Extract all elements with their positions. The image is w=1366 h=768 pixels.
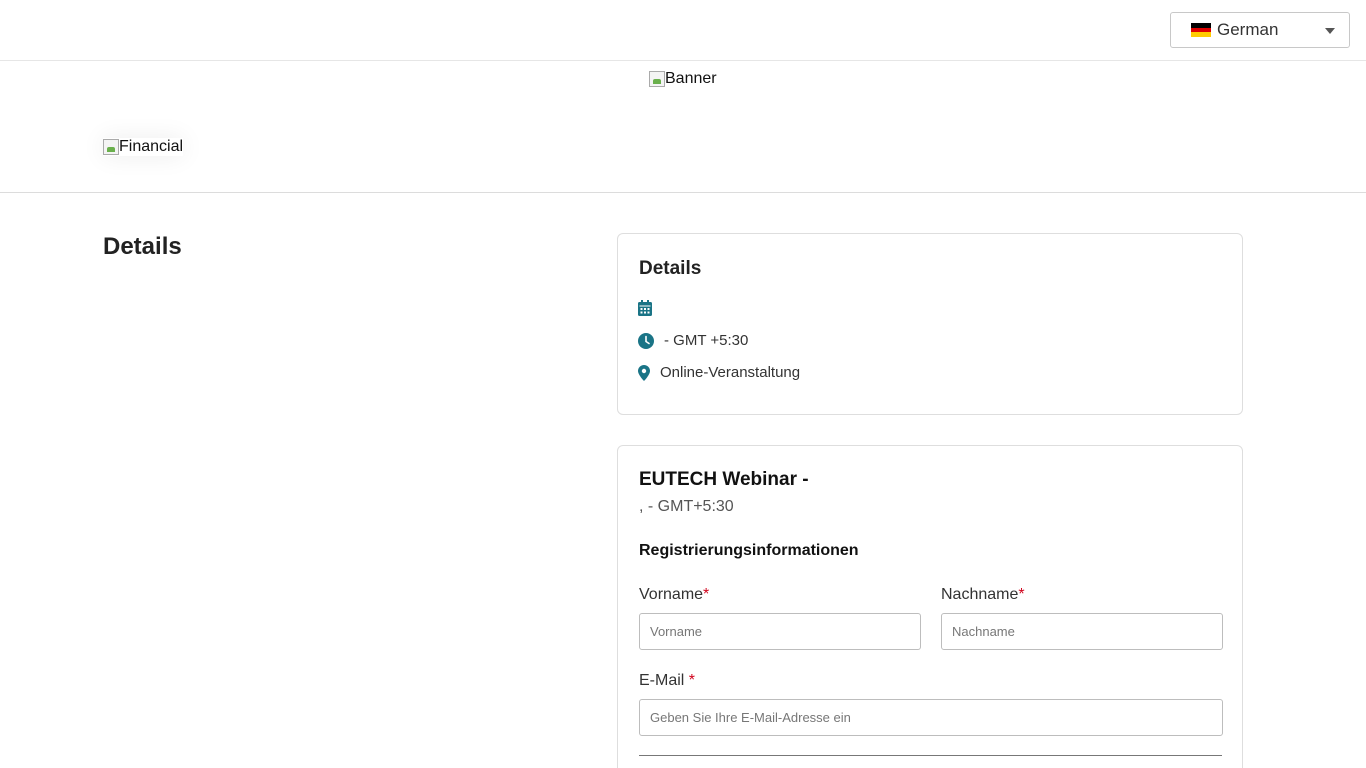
last-name-label: Nachname*	[941, 586, 1025, 604]
email-input[interactable]	[639, 699, 1223, 736]
german-flag-icon	[1191, 23, 1211, 38]
last-name-input[interactable]	[941, 613, 1223, 650]
language-select[interactable]: German	[1170, 12, 1350, 48]
broken-image-icon	[103, 139, 119, 155]
financial-logo-image: Financial	[103, 138, 183, 156]
last-name-label-text: Nachname	[941, 586, 1019, 603]
webinar-title: EUTECH Webinar -	[639, 469, 809, 490]
registration-section-title: Registrierungsinformationen	[639, 542, 859, 559]
required-marker: *	[703, 586, 710, 603]
email-label-text: E-Mail	[639, 672, 689, 689]
email-label: E-Mail *	[639, 672, 695, 690]
required-marker: *	[1018, 586, 1025, 603]
location-pin-icon	[638, 364, 650, 381]
form-divider	[639, 755, 1222, 756]
event-location: Online-Veranstaltung	[660, 364, 801, 381]
banner-alt-text: Banner	[665, 70, 717, 87]
details-card-title: Details	[639, 258, 702, 279]
location-row: Online-Veranstaltung	[638, 364, 800, 381]
broken-image-icon	[649, 71, 665, 87]
date-row	[638, 300, 662, 316]
top-bar: German	[0, 0, 1366, 61]
calendar-icon	[638, 300, 652, 316]
required-marker: *	[688, 672, 696, 689]
page-title: Details	[103, 233, 182, 260]
time-row: - GMT +5:30	[638, 332, 748, 349]
first-name-label: Vorname*	[639, 586, 709, 604]
language-select-value: German	[1217, 20, 1279, 39]
clock-icon	[638, 332, 654, 349]
first-name-input[interactable]	[639, 613, 921, 650]
webinar-datetime: , - GMT+5:30	[639, 498, 734, 515]
event-time: - GMT +5:30	[664, 332, 749, 349]
details-card: Details - GMT +5:30 Online-Veranstaltung	[617, 233, 1243, 415]
chevron-down-icon	[1325, 28, 1335, 34]
logo-alt-text: Financial	[119, 138, 184, 155]
first-name-label-text: Vorname	[639, 586, 704, 603]
banner-image: Banner	[649, 70, 717, 88]
hero-divider	[0, 192, 1366, 193]
registration-card: EUTECH Webinar - , - GMT+5:30 Registrier…	[617, 445, 1243, 768]
